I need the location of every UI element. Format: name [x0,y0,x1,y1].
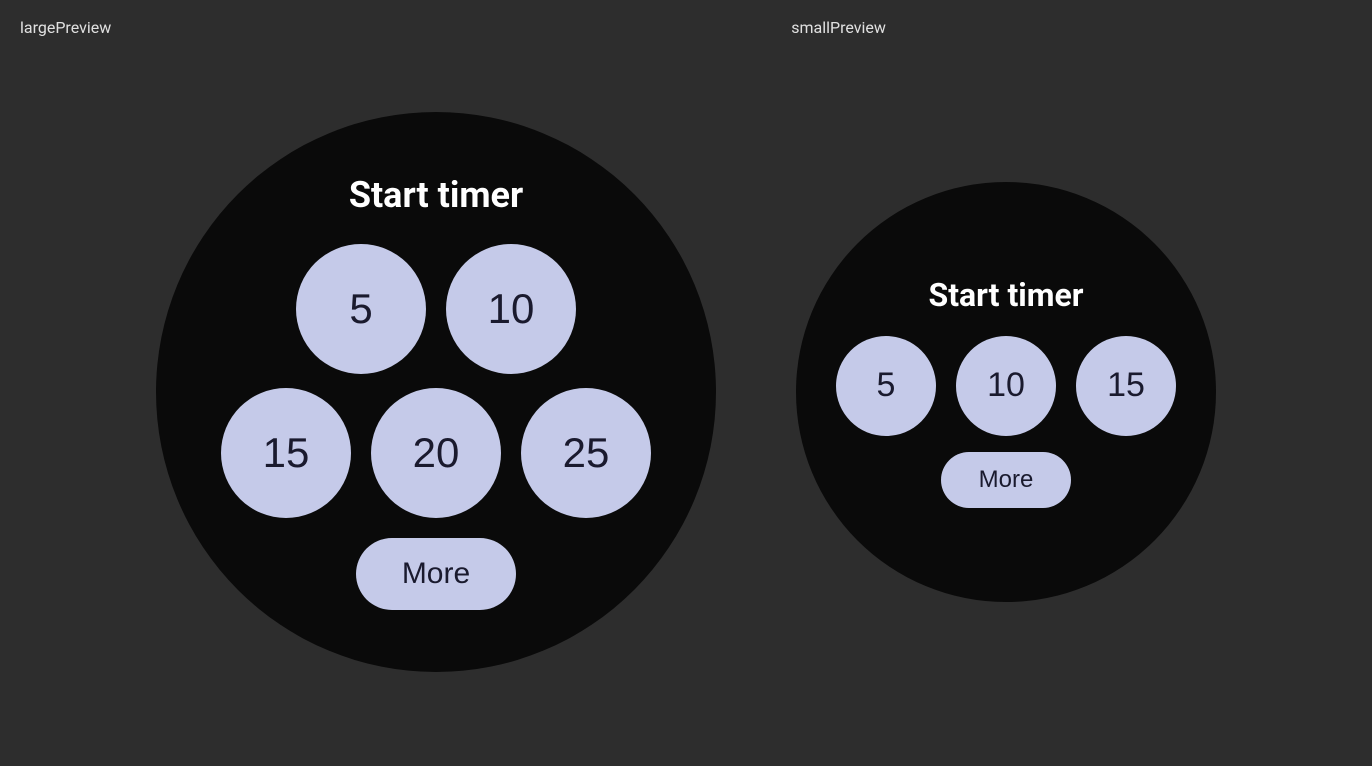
large-row-1: 5 10 [296,244,576,374]
large-watch-title: Start timer [349,174,523,216]
small-btn-15[interactable]: 15 [1076,336,1176,436]
large-timer-grid: 5 10 15 20 25 More [221,244,651,610]
large-row-2: 15 20 25 [221,388,651,518]
large-watch-circle: Start timer 5 10 15 20 25 More [156,112,716,672]
small-timer-grid: 5 10 15 More [836,336,1176,508]
previews-container: Start timer 5 10 15 20 25 More Start tim… [0,37,1372,766]
large-btn-10[interactable]: 10 [446,244,576,374]
large-preview-label: largePreview [20,18,111,37]
small-btn-5[interactable]: 5 [836,336,936,436]
small-btn-10[interactable]: 10 [956,336,1056,436]
large-btn-5[interactable]: 5 [296,244,426,374]
small-btn-more[interactable]: More [941,452,1071,508]
large-btn-15[interactable]: 15 [221,388,351,518]
small-preview-label: smallPreview [791,18,886,37]
small-watch-title: Start timer [929,276,1084,314]
large-btn-more[interactable]: More [356,538,516,610]
small-watch-circle: Start timer 5 10 15 More [796,182,1216,602]
large-btn-25[interactable]: 25 [521,388,651,518]
small-row-1: 5 10 15 [836,336,1176,436]
large-btn-20[interactable]: 20 [371,388,501,518]
